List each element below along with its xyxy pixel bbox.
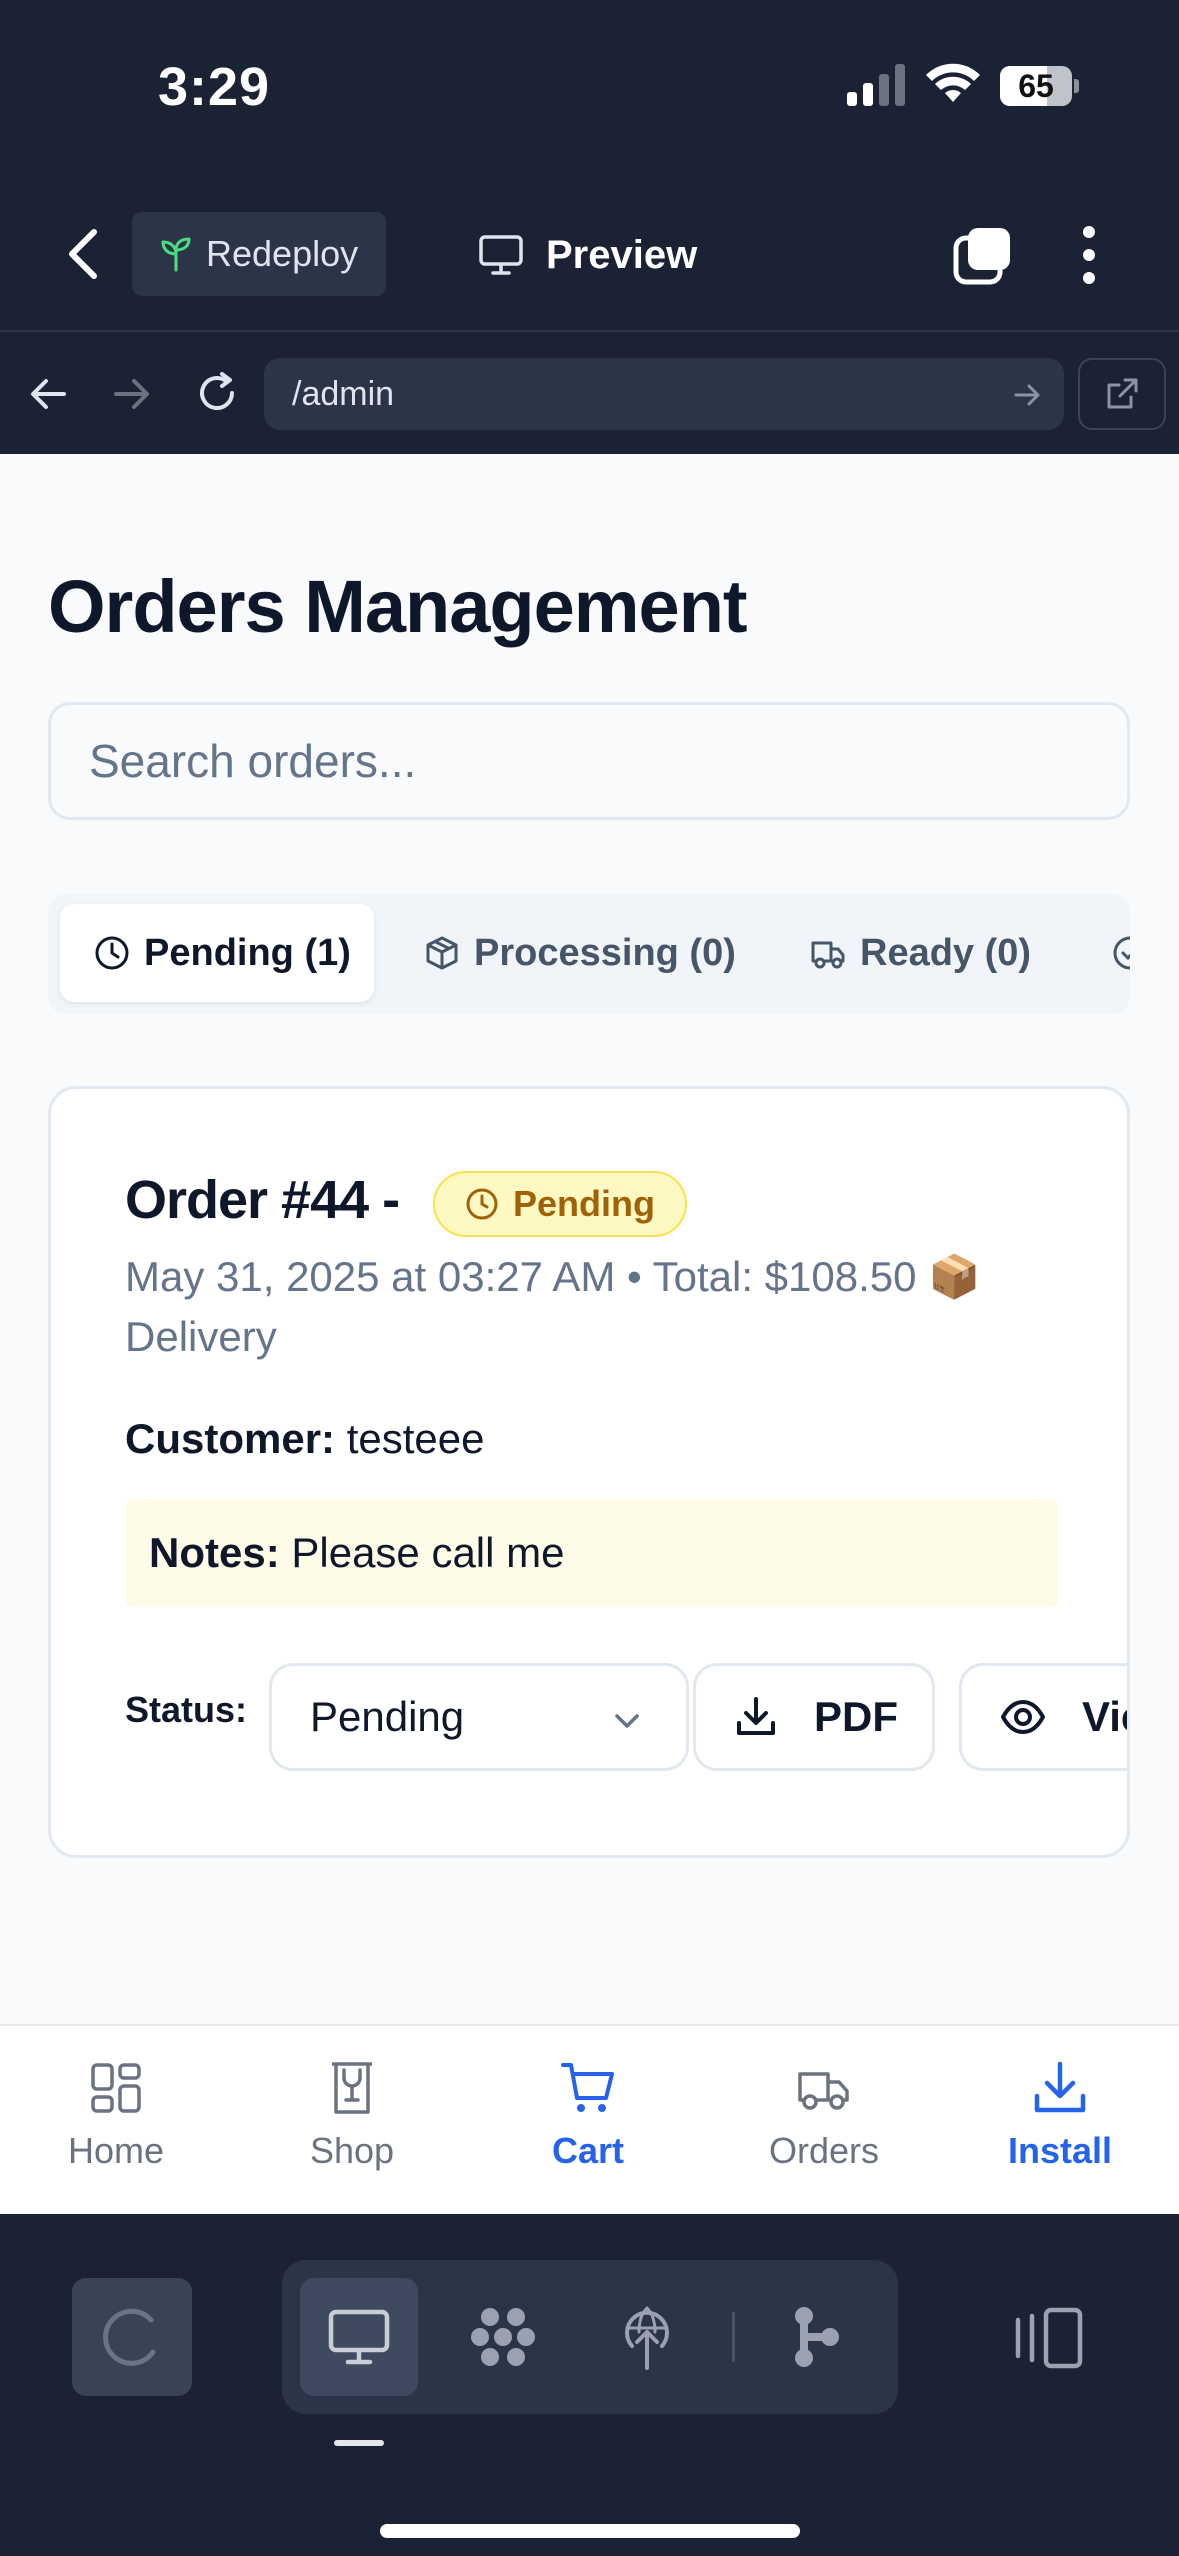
loading-spinner-icon [103, 2308, 156, 2366]
nav-cart-label: Cart [551, 2130, 625, 2171]
download-icon [1034, 2061, 1086, 2113]
app-toolbar: Redeploy Preview [0, 180, 1179, 330]
order-status-tabs: Pending (1) Processing (0) Ready (0) [48, 894, 1130, 1014]
view-order-button[interactable]: View [959, 1663, 1127, 1771]
tab-ready[interactable]: Ready (0) [810, 904, 1031, 1002]
ios-status-bar: 3:29 65 [0, 0, 1179, 180]
dock-branch-button[interactable] [756, 2278, 874, 2396]
chevron-left-icon[interactable] [62, 224, 106, 284]
branch-icon [795, 2307, 839, 2367]
status-time: 3:29 [158, 57, 271, 117]
reload-icon[interactable] [192, 368, 242, 418]
shop-icon [332, 2062, 372, 2114]
grid-icon [91, 2063, 141, 2113]
chevron-down-icon [615, 1714, 639, 1728]
box-icon [426, 936, 458, 970]
page-content: Orders Management Pending (1) Processing… [0, 454, 1179, 2024]
dock-preview-button[interactable] [300, 2278, 418, 2396]
download-icon [737, 1697, 775, 1735]
dock-deploy-button[interactable] [588, 2278, 706, 2396]
tab-pending[interactable]: Pending (1) [60, 904, 374, 1002]
order-title: Order #44 - [125, 1170, 400, 1230]
wifi-icon [926, 63, 980, 102]
customer-line: Customer: testeee [125, 1415, 484, 1463]
editor-dock [0, 2214, 1179, 2556]
download-pdf-button[interactable]: PDF [693, 1663, 935, 1771]
bottom-tab-bar: Home Shop Cart Orders Install [0, 2024, 1179, 2214]
dock-active-indicator [334, 2440, 384, 2446]
customer-label: Customer: [125, 1415, 336, 1462]
nav-shop-label: Shop [309, 2130, 395, 2171]
truck-icon [811, 941, 845, 969]
tab-next-partial[interactable] [1112, 904, 1130, 1002]
deploy-tree-icon [625, 2306, 669, 2370]
search-orders-input[interactable] [48, 702, 1130, 820]
eye-icon [1001, 1700, 1045, 1734]
notes-label: Notes: [149, 1529, 280, 1576]
dock-separator [732, 2312, 735, 2362]
url-text: /admin [292, 374, 395, 413]
loading-button[interactable] [72, 2278, 192, 2396]
status-label: Status: [125, 1689, 248, 1730]
clock-icon [466, 1188, 498, 1220]
nav-orders[interactable]: Orders [724, 2060, 924, 2190]
dock-view-switcher [282, 2260, 898, 2414]
go-arrow-icon[interactable] [1012, 380, 1042, 410]
open-external-button[interactable] [1078, 358, 1166, 430]
pdf-button-label: PDF [814, 1693, 898, 1740]
order-card: Order #44 - Pending May 31, 2025 at 03:2… [48, 1086, 1130, 1858]
redeploy-button[interactable]: Redeploy [132, 212, 386, 296]
nav-orders-label: Orders [768, 2130, 880, 2171]
battery-level: 65 [1018, 68, 1054, 104]
arrow-right-icon[interactable] [110, 372, 154, 416]
status-badge-label: Pending [513, 1183, 655, 1224]
preview-label: Preview [546, 232, 698, 277]
preview-title: Preview [478, 220, 697, 290]
tabs-icon[interactable] [952, 224, 1014, 286]
nav-cart[interactable]: Cart [488, 2060, 688, 2190]
tab-processing-label: Processing (0) [474, 931, 736, 974]
status-badge: Pending [433, 1171, 687, 1237]
tab-pending-label: Pending (1) [144, 931, 351, 974]
notes-box: Notes: Please call me [125, 1499, 1059, 1607]
more-vertical-icon[interactable] [1072, 224, 1106, 286]
page-title: Orders Management [48, 565, 748, 648]
notes-text: Please call me [291, 1529, 565, 1576]
customer-name: testeee [346, 1415, 485, 1462]
tab-ready-label: Ready (0) [860, 931, 1032, 974]
truck-icon [798, 2072, 849, 2110]
external-link-icon [1107, 378, 1138, 409]
cellular-signal-icon [847, 64, 905, 106]
panels-icon[interactable] [1006, 2306, 1086, 2370]
url-field[interactable]: /admin [264, 358, 1064, 430]
nav-install[interactable]: Install [960, 2060, 1160, 2190]
sprout-icon [161, 237, 191, 272]
monitor-icon [479, 235, 523, 275]
view-button-label: View [1082, 1693, 1127, 1740]
clock-icon [95, 936, 129, 970]
browser-url-bar: /admin [0, 330, 1179, 454]
tab-processing[interactable]: Processing (0) [424, 904, 736, 1002]
battery-indicator: 65 [1000, 66, 1079, 106]
status-select[interactable]: Pending [269, 1663, 689, 1771]
dock-nodes-button[interactable] [444, 2278, 562, 2396]
arrow-left-icon[interactable] [26, 372, 70, 416]
monitor-icon [328, 2309, 390, 2365]
nodes-icon [471, 2308, 535, 2366]
status-select-value: Pending [310, 1693, 465, 1740]
nav-install-label: Install [1007, 2130, 1113, 2171]
order-meta: May 31, 2025 at 03:27 AM • Total: $108.5… [125, 1253, 981, 1360]
check-circle-icon [1113, 936, 1130, 970]
cart-icon [561, 2063, 614, 2112]
nav-shop[interactable]: Shop [252, 2060, 452, 2190]
nav-home-label: Home [67, 2130, 165, 2171]
redeploy-label: Redeploy [206, 233, 359, 274]
home-indicator[interactable] [380, 2524, 800, 2538]
nav-home[interactable]: Home [16, 2060, 216, 2190]
